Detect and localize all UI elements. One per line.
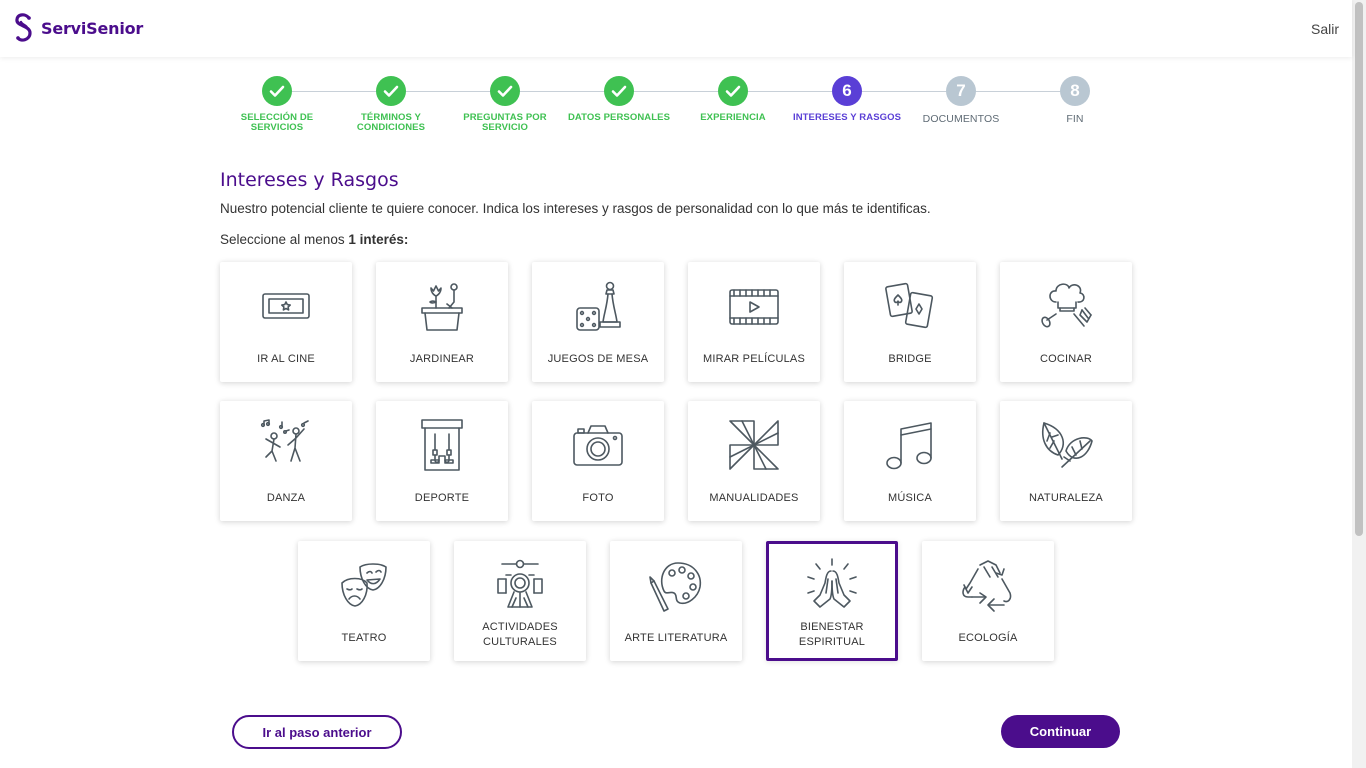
step-5: EXPERIENCIA [676, 76, 790, 123]
step-4: DATOS PERSONALES [562, 76, 676, 123]
interest-label: MÚSICA [888, 492, 932, 504]
servisenior-logo-icon [15, 12, 32, 42]
instruction-bold: 1 interés: [348, 232, 409, 247]
interest-card-leaf[interactable]: NATURALEZA [1000, 401, 1132, 521]
page-scrollbar[interactable] [1352, 0, 1366, 768]
step-label: FIN [1066, 113, 1084, 125]
interest-card-ticket[interactable]: IR AL CINE [220, 262, 352, 382]
theater-masks-icon [336, 557, 392, 613]
interest-label: MIRAR PELÍCULAS [702, 353, 806, 365]
step-1: SELECCIÓN DE SERVICIOS [220, 76, 334, 132]
praying-hands-icon [804, 557, 860, 613]
culture-icon [492, 557, 548, 613]
interest-label: TEATRO [341, 632, 387, 644]
interest-card-cards[interactable]: BRIDGE [844, 262, 976, 382]
dance-icon [258, 417, 314, 473]
interest-card-theater-masks[interactable]: TEATRO [298, 541, 430, 661]
interest-card-chef[interactable]: COCINAR [1000, 262, 1132, 382]
step-check-icon [604, 76, 634, 106]
step-check-icon [262, 76, 292, 106]
checkmark-icon [497, 85, 513, 97]
music-note-icon [882, 417, 938, 473]
interest-card-dance[interactable]: DANZA [220, 401, 352, 521]
interest-card-recycle[interactable]: ECOLOGÍA [922, 541, 1054, 661]
top-header: ServiSenior Salir [0, 0, 1352, 57]
interest-card-film[interactable]: MIRAR PELÍCULAS [688, 262, 820, 382]
interest-card-music-note[interactable]: MÚSICA [844, 401, 976, 521]
brand-name: ServiSenior [41, 19, 144, 38]
step-7: 7 DOCUMENTOS [904, 76, 1018, 125]
interest-card-garden[interactable]: JARDINEAR [376, 262, 508, 382]
step-3: PREGUNTAS POR SERVICIO [448, 76, 562, 132]
step-check-icon [490, 76, 520, 106]
step-label: EXPERIENCIA [700, 112, 766, 123]
progress-stepper: SELECCIÓN DE SERVICIOS TÉRMINOS Y CONDICI… [220, 76, 1132, 136]
previous-step-button[interactable]: Ir al paso anterior [232, 715, 402, 749]
selection-instruction: Seleccione al menos 1 interés: [220, 232, 408, 247]
step-6: 6 INTERESES Y RASGOS [790, 76, 904, 123]
step-label: DATOS PERSONALES [567, 112, 671, 123]
interest-label: DANZA [266, 492, 306, 504]
interest-label: BIENESTAR ESPIRITUAL [798, 621, 866, 648]
cards-icon [882, 278, 938, 334]
interest-label: DEPORTE [414, 492, 470, 504]
interest-label: NATURALEZA [1029, 492, 1103, 504]
instruction-text: Seleccione al menos [220, 232, 349, 247]
ticket-icon [258, 278, 314, 334]
checkmark-icon [269, 85, 285, 97]
interest-label: ECOLOGÍA [958, 632, 1018, 644]
page-title: Intereses y Rasgos [220, 169, 399, 191]
page-subtitle: Nuestro potencial cliente te quiere cono… [220, 201, 931, 216]
interest-label: COCINAR [1039, 353, 1093, 365]
step-number: 8 [1060, 76, 1090, 106]
interest-label: JUEGOS DE MESA [547, 353, 649, 365]
interest-label: IR AL CINE [257, 353, 315, 365]
step-label: DOCUMENTOS [922, 113, 1000, 125]
step-2: TÉRMINOS Y CONDICIONES [334, 76, 448, 132]
board-game-icon [570, 278, 626, 334]
step-label: TÉRMINOS Y CONDICIONES [356, 112, 426, 133]
scrollbar-thumb[interactable] [1355, 2, 1363, 536]
step-check-icon [718, 76, 748, 106]
checkmark-icon [383, 85, 399, 97]
chef-icon [1038, 278, 1094, 334]
interest-label: JARDINEAR [409, 353, 475, 365]
recycle-icon [960, 557, 1016, 613]
interest-card-praying-hands[interactable]: BIENESTAR ESPIRITUAL [766, 541, 898, 661]
step-number: 7 [946, 76, 976, 106]
step-label: PREGUNTAS POR SERVICIO [463, 112, 547, 133]
step-number: 6 [832, 76, 862, 106]
step-8: 8 FIN [1018, 76, 1132, 125]
interest-label: FOTO [582, 492, 614, 504]
leaf-icon [1038, 417, 1094, 473]
logout-link[interactable]: Salir [1311, 21, 1339, 37]
film-icon [726, 278, 782, 334]
palette-icon [648, 557, 704, 613]
step-check-icon [376, 76, 406, 106]
interest-card-sport[interactable]: DEPORTE [376, 401, 508, 521]
interest-card-board-game[interactable]: JUEGOS DE MESA [532, 262, 664, 382]
interest-label: MANUALIDADES [709, 492, 799, 504]
sport-icon [414, 417, 470, 473]
interest-card-culture[interactable]: ACTIVIDADES CULTURALES [454, 541, 586, 661]
interest-card-palette[interactable]: ARTE LITERATURA [610, 541, 742, 661]
step-label: INTERESES Y RASGOS [792, 112, 902, 123]
interest-label: BRIDGE [888, 353, 932, 365]
interest-card-camera[interactable]: FOTO [532, 401, 664, 521]
camera-icon [570, 417, 626, 473]
checkmark-icon [611, 85, 627, 97]
interest-label: ACTIVIDADES CULTURALES [482, 621, 558, 648]
interest-label: ARTE LITERATURA [624, 632, 728, 644]
interest-card-pinwheel[interactable]: MANUALIDADES [688, 401, 820, 521]
checkmark-icon [725, 85, 741, 97]
step-label: SELECCIÓN DE SERVICIOS [240, 112, 314, 133]
continue-button[interactable]: Continuar [1001, 715, 1120, 748]
pinwheel-icon [726, 417, 782, 473]
garden-icon [414, 278, 470, 334]
brand-logo[interactable]: ServiSenior [13, 12, 144, 45]
